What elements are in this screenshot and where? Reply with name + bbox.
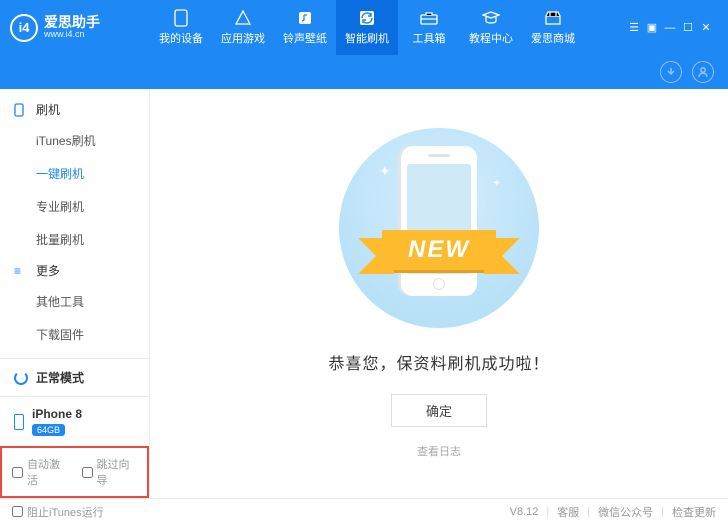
tab-toolbox[interactable]: 工具箱	[398, 0, 460, 55]
tab-flash[interactable]: 智能刷机	[336, 0, 398, 55]
sparkle-icon: ✦	[379, 163, 391, 180]
ringtone-icon	[296, 9, 314, 27]
mode-label: 正常模式	[36, 369, 84, 386]
section-label: 刷机	[36, 101, 60, 118]
device-name: iPhone 8	[32, 407, 82, 421]
sidebar-section-flash[interactable]: 刷机	[0, 95, 149, 124]
tab-ringtone[interactable]: 铃声壁纸	[274, 0, 336, 55]
logo-icon: i4	[10, 14, 38, 42]
version-label: V8.12	[510, 506, 539, 518]
flash-icon	[358, 9, 376, 27]
success-illustration: ✦ ✦ NEW	[339, 128, 539, 328]
user-button[interactable]	[692, 61, 714, 83]
tab-label: 应用游戏	[221, 30, 265, 46]
block-itunes-checkbox[interactable]: 阻止iTunes运行	[12, 504, 104, 520]
support-link[interactable]: 客服	[557, 504, 579, 520]
phone-icon	[14, 414, 24, 430]
store-icon	[544, 9, 562, 27]
refresh-icon	[14, 371, 28, 385]
wechat-link[interactable]: 微信公众号	[598, 504, 653, 520]
storage-badge: 64GB	[32, 424, 65, 436]
ok-button[interactable]: 确定	[391, 394, 487, 427]
tab-label: 我的设备	[159, 30, 203, 46]
phone-icon	[14, 103, 28, 117]
brand-logo: i4 爱思助手 www.i4.cn	[0, 14, 150, 42]
sidebar-item-download-firmware[interactable]: 下载固件	[0, 318, 149, 351]
ribbon-label: NEW	[382, 230, 496, 270]
update-link[interactable]: 检查更新	[672, 504, 716, 520]
skin-icon[interactable]: ▣	[646, 22, 658, 34]
sidebar-item-other-tools[interactable]: 其他工具	[0, 285, 149, 318]
brand-name: 爱思助手	[44, 15, 100, 30]
sidebar-item-oneclick-flash[interactable]: 一键刷机	[0, 157, 149, 190]
sidebar-section-more[interactable]: ≡ 更多	[0, 256, 149, 285]
view-log-link[interactable]: 查看日志	[417, 443, 461, 459]
maximize-icon[interactable]: ☐	[682, 22, 694, 34]
sidebar-item-advanced[interactable]: 高级功能	[0, 351, 149, 358]
device-row[interactable]: iPhone 8 64GB	[0, 397, 149, 446]
section-label: 更多	[36, 262, 60, 279]
sidebar-item-itunes-flash[interactable]: iTunes刷机	[0, 124, 149, 157]
download-button[interactable]	[660, 61, 682, 83]
menu-icon[interactable]: ☰	[628, 22, 640, 34]
hamburger-icon: ≡	[14, 264, 28, 278]
tab-label: 智能刷机	[345, 30, 389, 46]
tab-label: 工具箱	[413, 30, 446, 46]
tab-label: 爱思商城	[531, 30, 575, 46]
tab-device[interactable]: 我的设备	[150, 0, 212, 55]
brand-url: www.i4.cn	[44, 30, 100, 40]
apps-icon	[234, 9, 252, 27]
close-icon[interactable]: ✕	[700, 22, 712, 34]
auto-activate-checkbox[interactable]: 自动激活	[12, 456, 68, 488]
sparkle-icon: ✦	[493, 178, 501, 189]
tab-label: 教程中心	[469, 30, 513, 46]
toolbox-icon	[420, 9, 438, 27]
tutorial-icon	[482, 9, 500, 27]
tab-label: 铃声壁纸	[283, 30, 327, 46]
skip-guide-checkbox[interactable]: 跳过向导	[82, 456, 138, 488]
tab-apps[interactable]: 应用游戏	[212, 0, 274, 55]
minimize-icon[interactable]: ―	[664, 22, 676, 34]
device-icon	[172, 9, 190, 27]
sidebar-item-pro-flash[interactable]: 专业刷机	[0, 190, 149, 223]
mode-row[interactable]: 正常模式	[0, 359, 149, 397]
sidebar-item-batch-flash[interactable]: 批量刷机	[0, 223, 149, 256]
tab-tutorial[interactable]: 教程中心	[460, 0, 522, 55]
success-message: 恭喜您，保资料刷机成功啦！	[328, 350, 549, 374]
activate-options: 自动激活 跳过向导	[0, 446, 149, 498]
tab-store[interactable]: 爱思商城	[522, 0, 584, 55]
